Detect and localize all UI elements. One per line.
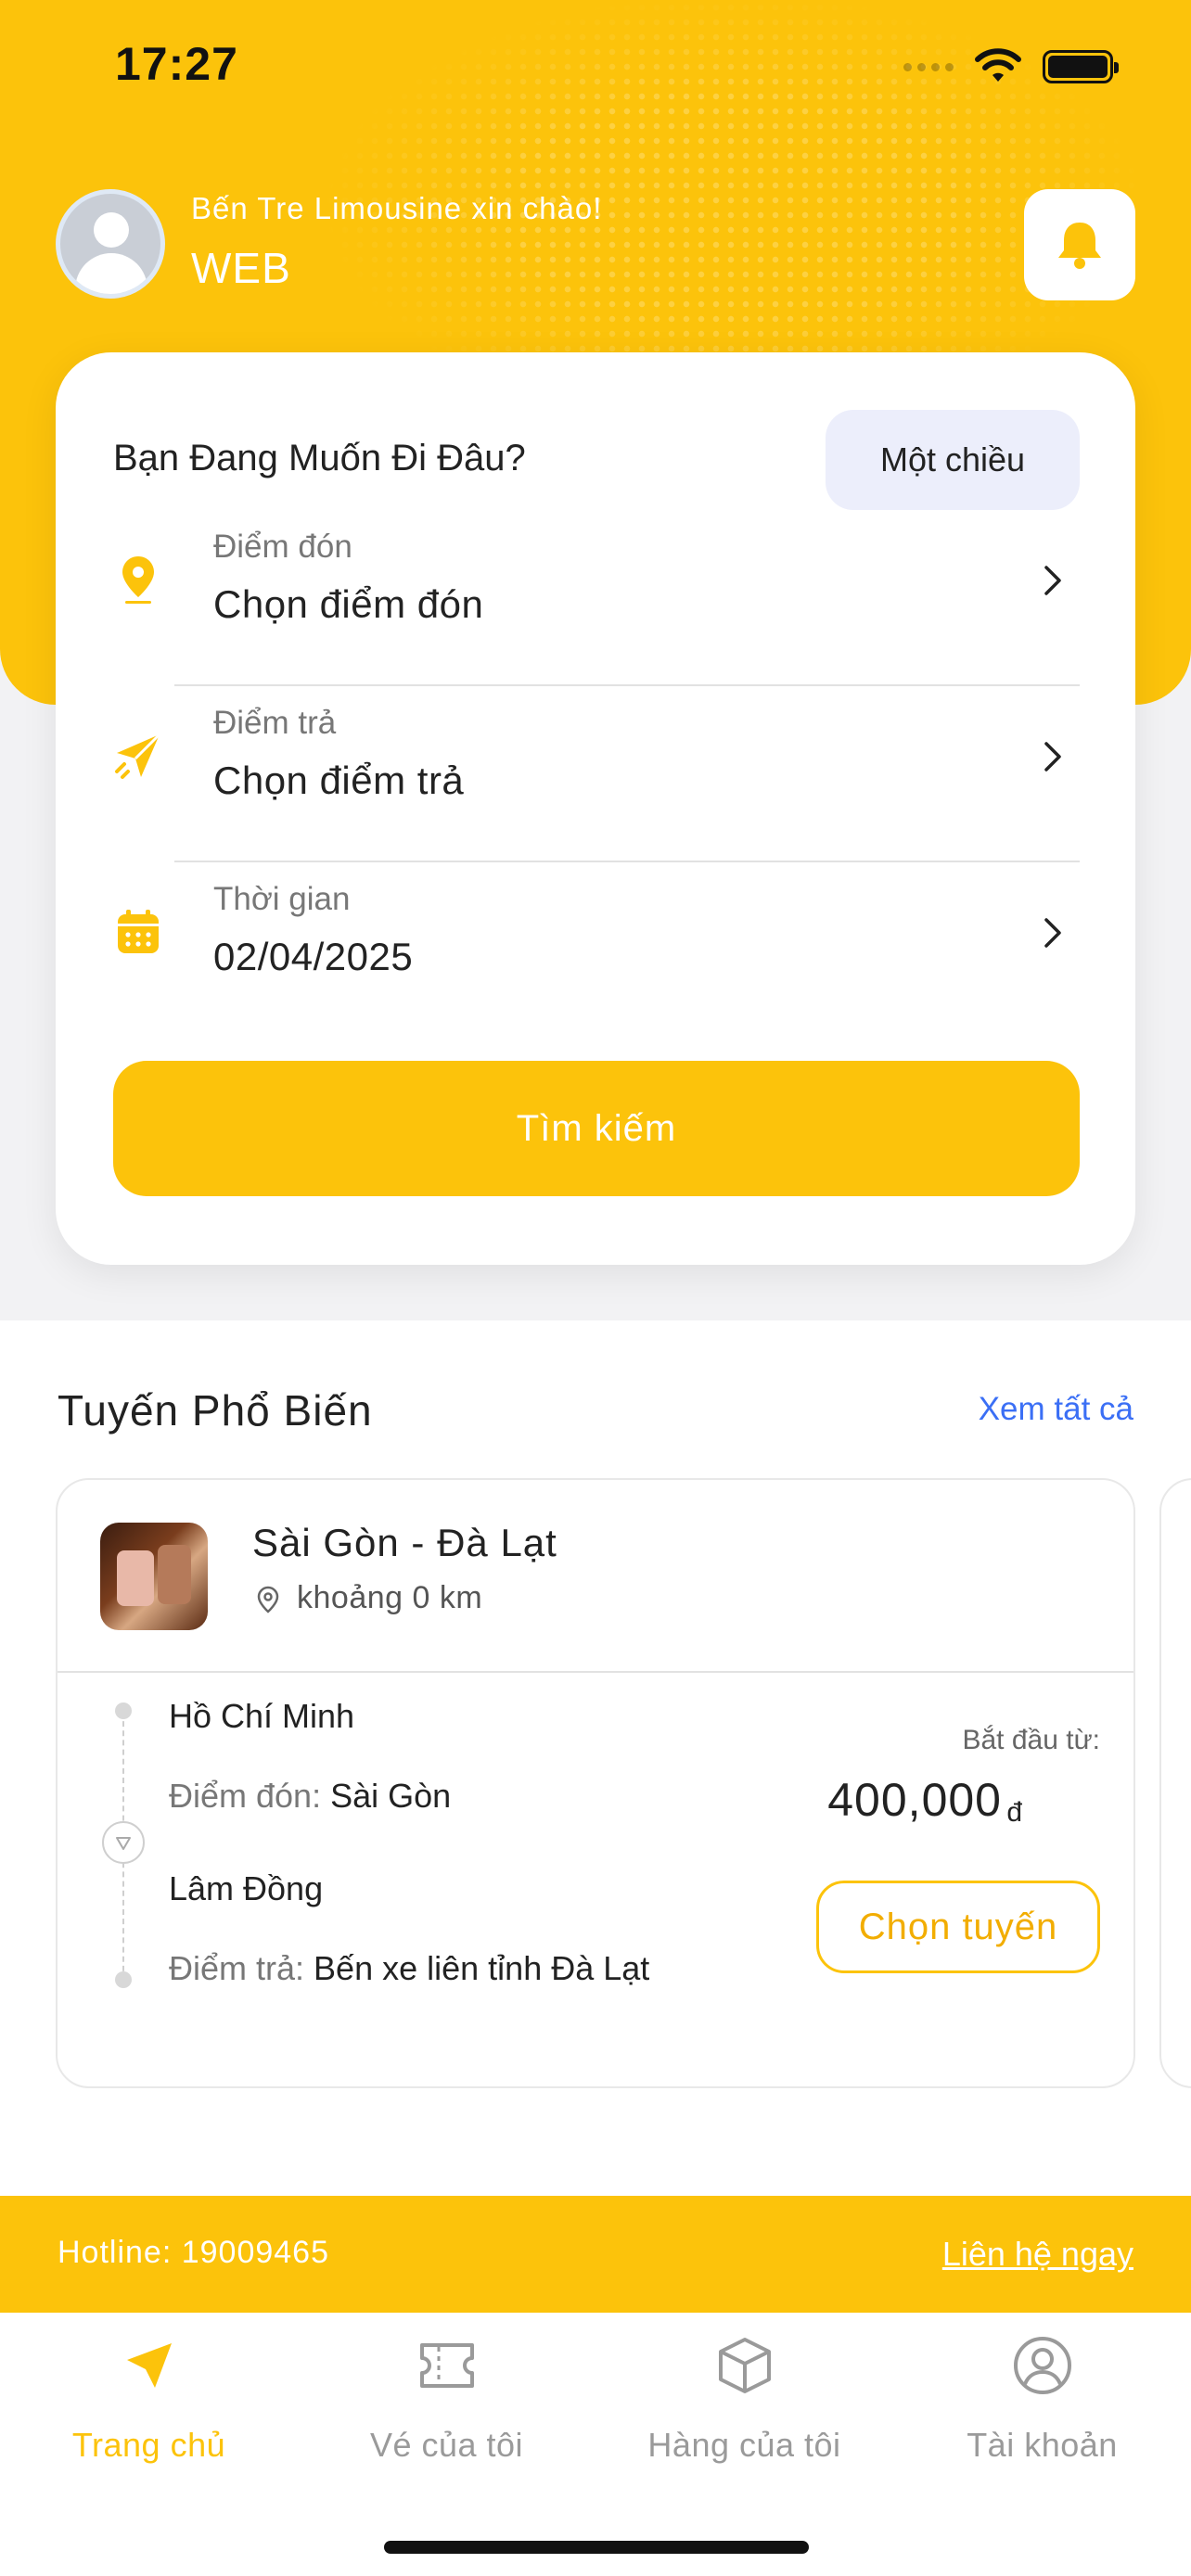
- notification-button[interactable]: [1024, 189, 1135, 300]
- user-circle-icon: [1010, 2333, 1075, 2398]
- paper-plane-icon: [113, 731, 163, 781]
- box-icon: [712, 2333, 777, 2398]
- contact-now-link[interactable]: Liên hệ ngay: [942, 2235, 1133, 2274]
- tab-my-tickets[interactable]: Vé của tôi: [298, 2333, 596, 2481]
- see-all-link[interactable]: Xem tất cả: [979, 1391, 1133, 1428]
- pickup-stop: Điểm đón: Sài Gòn: [169, 1777, 451, 1816]
- greeting-text: Bến Tre Limousine xin chào!: [191, 191, 603, 225]
- date-label: Thời gian: [213, 881, 351, 917]
- pickup-field[interactable]: Điểm đón Chọn điểm đón: [56, 501, 1135, 677]
- direction-icon: [102, 1821, 145, 1864]
- origin-city: Hồ Chí Minh: [169, 1697, 355, 1735]
- pickup-label: Điểm đón: [213, 529, 352, 565]
- trip-type-button[interactable]: Một chiều: [826, 410, 1080, 510]
- tab-label: Vé của tôi: [369, 2426, 524, 2464]
- currency-symbol: đ: [1006, 1797, 1022, 1828]
- bell-icon: [1058, 223, 1101, 269]
- hotline-bar: Hotline: 19009465 Liên hệ ngay: [0, 2196, 1191, 2313]
- battery-icon: [1043, 50, 1119, 83]
- pickup-stop-value: Sài Gòn: [330, 1777, 452, 1815]
- ticket-icon: [415, 2333, 480, 2398]
- pickup-value: Chọn điểm đón: [213, 582, 484, 626]
- calendar-icon: [113, 907, 163, 957]
- wifi-icon: [975, 48, 1021, 82]
- avatar[interactable]: [56, 189, 165, 299]
- date-field[interactable]: Thời gian 02/04/2025: [56, 853, 1135, 1029]
- hotline-text: Hotline: 19009465: [58, 2235, 330, 2270]
- status-time: 17:27: [115, 38, 238, 90]
- section-title: Tuyến Phổ Biến: [58, 1386, 373, 1435]
- date-value: 02/04/2025: [213, 935, 414, 978]
- route-name: Sài Gòn - Đà Lạt: [252, 1521, 557, 1564]
- dropoff-field[interactable]: Điểm trả Chọn điểm trả: [56, 677, 1135, 853]
- chevron-right-icon: [1044, 566, 1061, 595]
- tab-account[interactable]: Tài khoản: [893, 2333, 1191, 2481]
- chevron-right-icon: [1044, 742, 1061, 772]
- price-value: 400,000: [827, 1774, 1002, 1826]
- home-indicator[interactable]: [384, 2541, 809, 2554]
- tab-label: Hàng của tôi: [647, 2426, 841, 2464]
- tab-home[interactable]: Trang chủ: [0, 2333, 298, 2481]
- tab-label: Trang chủ: [71, 2426, 226, 2464]
- route-card[interactable]: Sài Gòn - Đà Lạt khoảng 0 km Hồ Chí Minh…: [56, 1478, 1135, 2088]
- destination-city: Lâm Đồng: [169, 1869, 324, 1907]
- popular-routes-section: Tuyến Phổ Biến Xem tất cả Sài Gòn - Đà L…: [0, 1320, 1191, 2196]
- choose-route-button[interactable]: Chọn tuyến: [816, 1881, 1100, 1973]
- route-thumbnail: [100, 1523, 208, 1630]
- route-timeline: [100, 1702, 147, 1990]
- search-title: Bạn Đang Muốn Đi Đâu?: [113, 438, 526, 478]
- next-route-card[interactable]: [1159, 1478, 1191, 2088]
- send-icon: [117, 2333, 182, 2398]
- tab-label: Tài khoản: [967, 2426, 1118, 2464]
- dropoff-stop-value: Bến xe liên tỉnh Đà Lạt: [314, 1949, 650, 1987]
- price-label: Bắt đầu từ:: [962, 1725, 1100, 1755]
- bottom-tab-bar: Trang chủ Vé của tôi Hàng của tôi Tài kh…: [0, 2313, 1191, 2576]
- pickup-stop-label: Điểm đón:: [169, 1777, 322, 1815]
- dropoff-label: Điểm trả: [213, 705, 337, 741]
- chevron-right-icon: [1044, 918, 1061, 948]
- location-pin-icon: [113, 555, 163, 605]
- search-button[interactable]: Tìm kiếm: [113, 1061, 1080, 1196]
- route-distance: khoảng 0 km: [297, 1580, 483, 1615]
- search-card: Bạn Đang Muốn Đi Đâu? Một chiều Điểm đón…: [56, 352, 1135, 1265]
- status-icons: [903, 48, 1119, 85]
- signal-icon: [903, 62, 954, 71]
- dropoff-value: Chọn điểm trả: [213, 759, 465, 802]
- dropoff-stop: Điểm trả: Bến xe liên tỉnh Đà Lạt: [169, 1949, 649, 1988]
- tab-my-packages[interactable]: Hàng của tôi: [596, 2333, 893, 2481]
- location-outline-icon: [257, 1586, 279, 1613]
- username: WEB: [191, 244, 291, 292]
- divider: [58, 1671, 1133, 1673]
- dropoff-stop-label: Điểm trả:: [169, 1949, 305, 1987]
